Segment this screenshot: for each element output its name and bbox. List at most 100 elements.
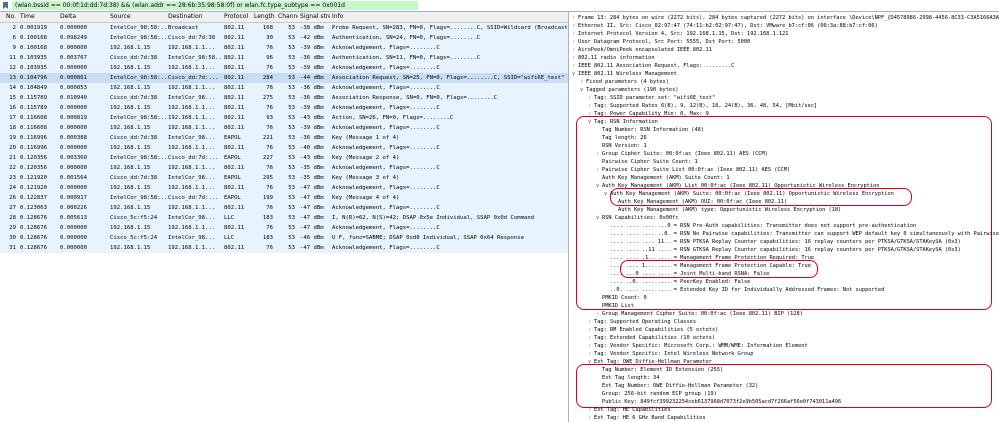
tree-item[interactable]: ∨ Auth Key Management (AKM) Suite: 00:0f:… (604, 190, 894, 198)
packet-cell: 802.11 (224, 75, 245, 81)
tree-item[interactable]: › Tag: SSID parameter set: "wifi6E_test" (588, 94, 715, 102)
packet-row[interactable]: 20 0.116996 0.000000 192.168.1.15 192.168.1.… (0, 143, 568, 153)
packet-row[interactable]: 22 0.120356 0.000000 192.168.1.15 192.168.1.… (0, 163, 568, 173)
tree-item[interactable]: › 802.11 radio information (572, 54, 655, 62)
packet-cell: 53 (288, 105, 295, 111)
tree-item-label: Tag Number: RSN Information (48) (602, 127, 705, 133)
tree-item[interactable]: ∨ Auth Key Management (AKM) List 00:0f:ac… (596, 182, 879, 190)
packet-row[interactable]: 23 0.121920 0.001564 Cisco_dd:7d:38 IntelCor… (0, 173, 568, 183)
tree-item[interactable]: Ext Tag length: 34 (596, 374, 659, 382)
tree-item[interactable]: › Frame 13: 284 bytes on wire (2272 bits)… (572, 14, 999, 22)
column-header[interactable]: Delta (58, 12, 108, 22)
tree-item[interactable]: Tag length: 26 (596, 134, 647, 142)
packet-row[interactable]: 18 0.116608 0.000000 192.168.1.15 192.168.1.… (0, 123, 568, 133)
tree-item[interactable]: › AiroPeek/OmniPeek encapsulated IEEE 802… (572, 46, 712, 54)
packet-row[interactable]: 6 0.100168 0.098249 IntelCor_98:58:... Cisco… (0, 33, 568, 43)
column-header[interactable]: Signal stre (298, 12, 330, 22)
tree-item[interactable]: Auth Key Management (AKM) Suite Count: 1 (596, 174, 730, 182)
tree-item[interactable]: .... .... .1.. .... = Management Frame P… (604, 254, 814, 262)
packet-row[interactable]: 24 0.121920 0.000000 192.168.1.15 192.168.1.… (0, 183, 568, 193)
packet-cell: 0.010940 (60, 95, 87, 101)
column-header[interactable]: Source (108, 12, 166, 22)
column-header[interactable]: Channel (276, 12, 298, 22)
tree-item[interactable]: › Tag: Supported Operating Classes (588, 318, 696, 326)
tree-item[interactable]: Auth Key Management (AKM) type: Opportun… (612, 206, 841, 214)
tree-item[interactable]: › Group Management Cipher Suite: 00:0f:ac… (596, 310, 803, 318)
packet-row[interactable]: 11 0.103935 0.003767 Cisco_dd:7d:38 IntelCor… (0, 53, 568, 63)
tree-item[interactable]: PMKID List (596, 302, 634, 310)
packet-cell: -39 dBm (300, 45, 324, 51)
packet-row[interactable]: 2 0.001919 0.000000 IntelCor_98:58:... Broad… (0, 23, 568, 33)
packet-row[interactable]: 29 0.128676 0.000000 192.168.1.15 192.168.1.… (0, 223, 568, 233)
tree-item[interactable]: .... ..0. .... .... = PeerKey Enabled: F… (604, 278, 750, 286)
tree-item[interactable]: PMKID Count: 0 (596, 294, 647, 302)
column-header[interactable]: Length (252, 12, 276, 22)
column-header[interactable]: Time (18, 12, 58, 22)
tree-item[interactable]: .... .... .... ..0. = RSN No Pairwise ca… (604, 230, 999, 238)
tree-item[interactable]: › Tag: Supported Rates 6(B), 9, 12(B), 18… (588, 102, 817, 110)
packet-cell: 0.000861 (60, 75, 87, 81)
display-filter-input[interactable]: (wlan.bssid == 00:0f:1d:dd:7d:38) && (wl… (12, 1, 418, 10)
tree-item[interactable]: › IEEE 802.11 Association Request, Flags:… (572, 62, 734, 70)
packet-cell: IntelCor_98... (168, 95, 216, 101)
tree-item[interactable]: Auth Key Management (AKM) OUI: 00:0f:ac … (612, 198, 787, 206)
tree-item[interactable]: › Pairwise Cipher Suite List 00:0f:ac (Ie… (596, 166, 790, 174)
tree-item[interactable]: Tag Number: Element ID Extension (255) (596, 366, 723, 374)
tree-item[interactable]: › Tag: Extended Capabilities (10 octets) (588, 334, 715, 342)
packet-cell: Acknowledgement, Flags=........C (332, 245, 440, 251)
packet-row[interactable]: 28 0.128676 0.005613 Cisco_5c:f5:24 IntelCor… (0, 213, 568, 223)
tree-item[interactable]: .... ...0 .... .... = Joint Multi-band R… (604, 270, 769, 278)
packet-row[interactable]: 17 0.116608 0.000819 IntelCor_98:58:... 192.… (0, 113, 568, 123)
packet-cell: IntelCor_98... (168, 175, 216, 181)
column-header[interactable]: Destination (166, 12, 222, 22)
packet-cell: 192.168.1.15 (110, 105, 151, 111)
tree-item[interactable]: Public Key: 849fcf399232254ceb6137968d70… (596, 398, 841, 406)
tree-item[interactable]: › Tag: Vendor Specific: Intel Wireless Ne… (588, 350, 753, 358)
column-header[interactable]: Info (330, 12, 568, 22)
packet-cell: 0.000819 (60, 115, 87, 121)
packet-row[interactable]: 19 0.116996 0.000388 Cisco_dd:7d:38 IntelCor… (0, 133, 568, 143)
packet-row[interactable]: 14 0.104849 0.000053 192.168.1.15 192.168.1.… (0, 83, 568, 93)
packet-row[interactable]: 12 0.103935 0.000000 192.168.1.15 192.168.1.… (0, 63, 568, 73)
tree-item[interactable]: › Ethernet II, Src: Cisco_02:97:47 (74:11… (572, 22, 878, 30)
packet-row[interactable]: 16 0.115789 0.000000 192.168.1.15 192.168.1.… (0, 103, 568, 113)
bookmark-icon[interactable] (2, 2, 9, 9)
tree-item[interactable]: .... .... ..11 .... = RSN GTKSA Replay C… (604, 246, 961, 254)
tree-item[interactable]: RSN Version: 1 (596, 142, 647, 150)
tree-item[interactable]: ∨ Ext Tag: OWE Diffie-Hellman Parameter (588, 358, 712, 366)
packet-row[interactable]: 27 0.123063 0.000226 192.168.1.15 192.168.1.… (0, 203, 568, 213)
tree-item[interactable]: ..0. .... .... .... = Extended Key ID fo… (604, 286, 884, 294)
tree-item[interactable]: ∨ Tagged parameters (190 bytes) (580, 86, 678, 94)
tree-item[interactable]: › Fixed parameters (4 bytes) (580, 78, 669, 86)
packet-row[interactable]: 13 0.104796 0.000861 IntelCor_98:58:... Cisc… (0, 73, 568, 83)
tree-item[interactable]: ∨ IEEE 802.11 Wireless Management (572, 70, 677, 78)
tree-item[interactable]: › Ext Tag: HE 6 GHz Band Capabilities (588, 414, 706, 422)
tree-item[interactable]: Ext Tag Number: OWE Diffie-Hellman Param… (596, 382, 758, 390)
tree-item[interactable]: › Tag: RM Enabled Capabilities (5 octets) (588, 326, 718, 334)
packet-row[interactable]: 30 0.128676 0.000000 Cisco_5c:f5:24 IntelCor… (0, 233, 568, 243)
packet-row[interactable]: 31 0.128676 0.000000 192.168.1.15 192.168.1.… (0, 243, 568, 253)
tree-item[interactable]: › User Datagram Protocol, Src Port: 5555,… (572, 38, 750, 46)
tree-item[interactable]: › Internet Protocol Version 4, Src: 192.1… (572, 30, 788, 38)
column-header[interactable]: No. (0, 12, 18, 22)
tree-item[interactable]: ∨ RSN Capabilities: 0x00fc (596, 214, 679, 222)
packet-cell: 0.098249 (60, 35, 87, 41)
tree-item[interactable]: Pairwise Cipher Suite Count: 1 (596, 158, 698, 166)
tree-item[interactable]: › Group Cipher Suite: 00:0f:ac (Ieee 802.… (596, 150, 768, 158)
tree-item[interactable]: › Tag: Vendor Specific: Microsoft Corp.: … (588, 342, 808, 350)
tree-item[interactable]: .... .... 1... .... = Management Frame P… (604, 262, 811, 270)
tree-item[interactable]: ∨ Tag: RSN Information (588, 118, 658, 126)
tree-item[interactable]: › Ext Tag: HE Capabilities (588, 406, 671, 414)
packet-row[interactable]: 15 0.115789 0.010940 Cisco_dd:7d:38 IntelCor… (0, 93, 568, 103)
column-header[interactable]: Protocol (222, 12, 252, 22)
packet-cell: 29 (9, 225, 16, 231)
packet-row[interactable]: 26 0.122837 0.000917 IntelCor_98:58:... Cisc… (0, 193, 568, 203)
packet-cell: LLC (224, 235, 235, 241)
tree-item[interactable]: .... .... .... 11.. = RSN PTKSA Replay C… (604, 238, 961, 246)
tree-item[interactable]: Group: 256-bit random ECP group (19) (596, 390, 717, 398)
packet-row[interactable]: 9 0.100168 0.000000 192.168.1.15 192.168.1.1… (0, 43, 568, 53)
tree-item[interactable]: Tag Number: RSN Information (48) (596, 126, 704, 134)
tree-item[interactable]: › Tag: Power Capability Min: 0, Max: 9 (588, 110, 709, 118)
tree-item[interactable]: .... .... .... ...0 = RSN Pre-Auth capab… (604, 222, 916, 230)
packet-row[interactable]: 21 0.120356 0.003360 IntelCor_98:58:... Cisc… (0, 153, 568, 163)
